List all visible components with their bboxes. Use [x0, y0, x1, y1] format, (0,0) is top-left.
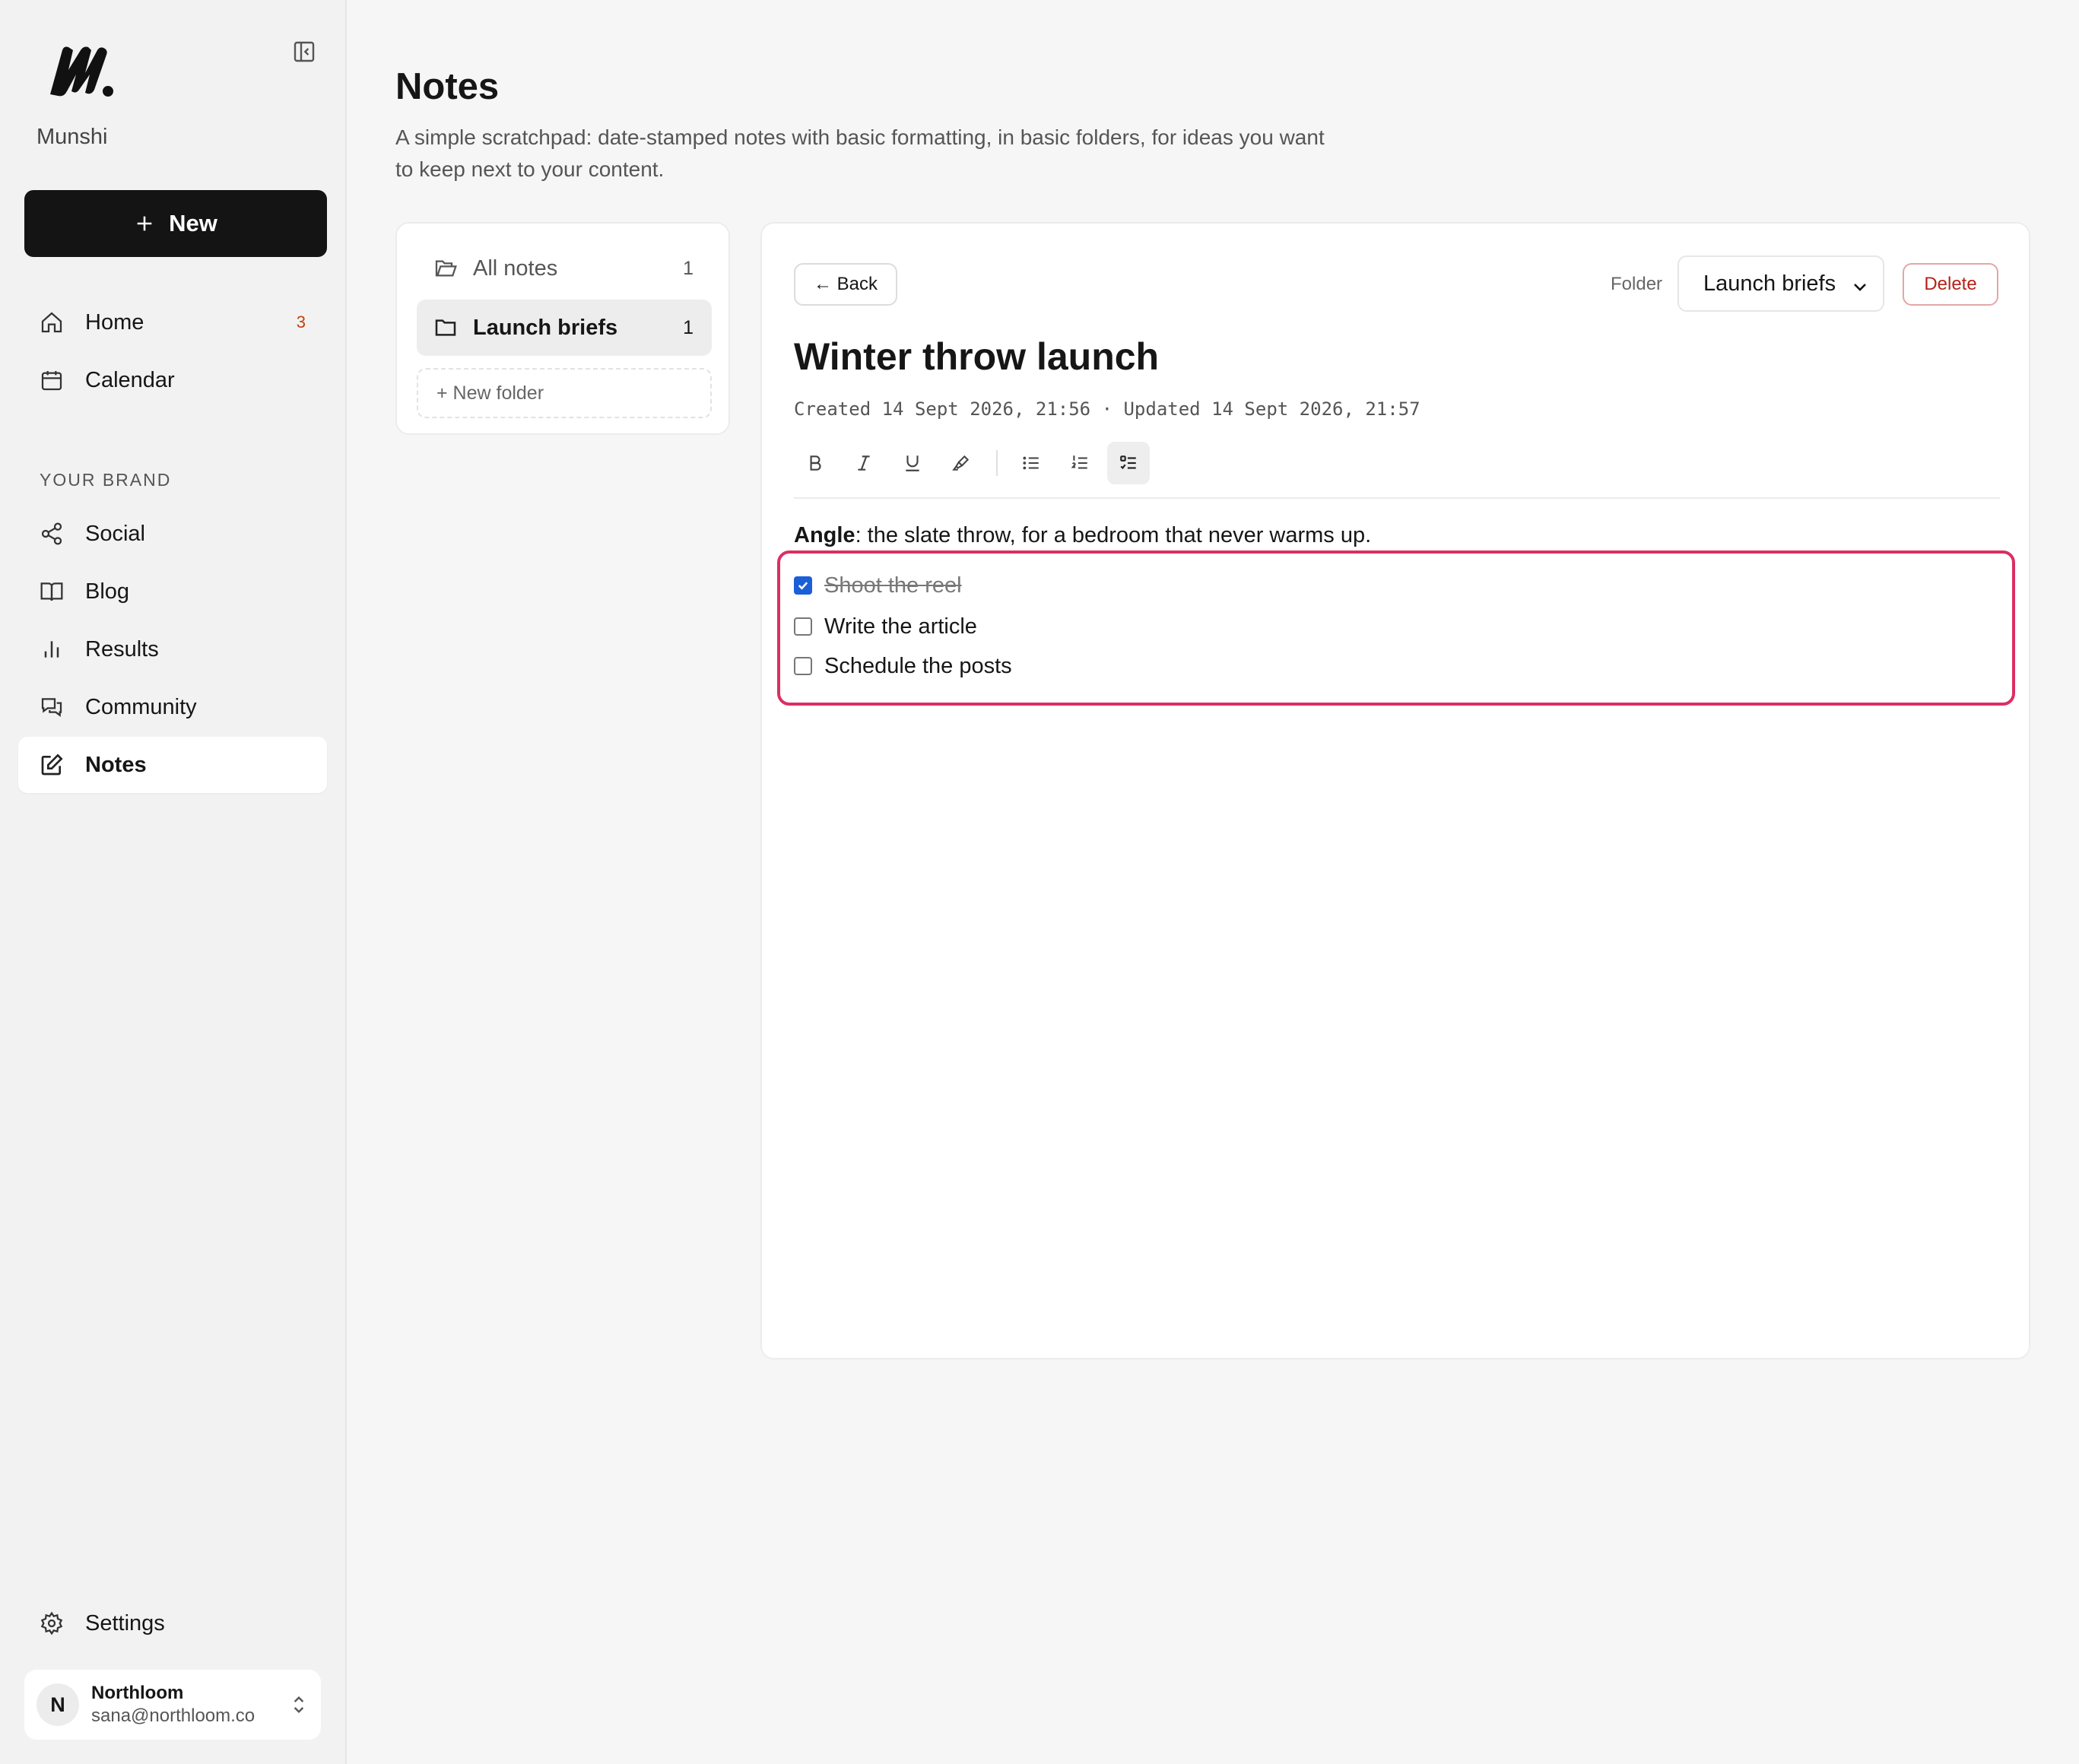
italic-icon[interactable]	[843, 442, 885, 484]
folder-open-icon	[433, 255, 459, 281]
checklist-item-text: Write the article	[824, 614, 977, 639]
checkbox[interactable]	[794, 657, 812, 675]
nav-label: Community	[85, 694, 197, 719]
folder-launch-briefs[interactable]: Launch briefs 1	[417, 300, 712, 356]
note-timestamps: Created 14 Sept 2026, 21:56 · Updated 14…	[794, 398, 1420, 420]
calendar-icon	[38, 366, 65, 394]
notification-badge: 3	[296, 313, 306, 332]
folder-select[interactable]: Launch briefs	[1677, 255, 1884, 312]
angle-text: : the slate throw, for a bedroom that ne…	[855, 523, 1372, 547]
munshi-logo[interactable]	[47, 44, 116, 101]
checklist-item[interactable]: Write the article	[794, 611, 977, 642]
bar-chart-icon	[38, 636, 65, 663]
note-editor: ← Back Folder Launch briefs Delete Winte…	[760, 222, 2030, 1359]
nav-item-community[interactable]: Community	[18, 679, 327, 735]
highlight-icon[interactable]	[940, 442, 982, 484]
checklist-item[interactable]: Schedule the posts	[794, 651, 1012, 681]
formatting-toolbar	[794, 441, 1156, 485]
folder-label: All notes	[473, 255, 558, 281]
nav-label: Settings	[85, 1610, 165, 1636]
chevron-down-icon	[1851, 277, 1869, 302]
book-icon	[38, 578, 65, 605]
nav-item-calendar[interactable]: Calendar	[18, 352, 327, 408]
angle-label: Angle	[794, 523, 855, 547]
nav-label: Social	[85, 521, 145, 546]
nav-item-home[interactable]: Home 3	[18, 294, 327, 351]
nav-item-results[interactable]: Results	[18, 621, 327, 677]
nav-label: Blog	[85, 579, 130, 604]
sidebar: Munshi New Home 3 Calendar YOUR BRAND So…	[0, 0, 347, 1764]
checkbox-checked[interactable]	[794, 576, 812, 595]
plus-icon	[137, 216, 152, 231]
account-name: Northloom	[91, 1683, 184, 1703]
note-body-paragraph[interactable]: Angle: the slate throw, for a bedroom th…	[794, 523, 1371, 548]
new-button[interactable]: New	[24, 190, 327, 257]
toolbar-divider	[996, 450, 998, 476]
checklist-icon[interactable]	[1107, 442, 1150, 484]
chevron-up-down-icon	[290, 1693, 307, 1721]
new-folder-button[interactable]: + New folder	[417, 368, 712, 418]
account-email: sana@northloom.co	[91, 1705, 256, 1726]
checklist-item[interactable]: Shoot the reel	[794, 570, 962, 601]
nav-label: Home	[85, 309, 144, 335]
underline-icon[interactable]	[891, 442, 934, 484]
folder-select-value: Launch briefs	[1703, 271, 1836, 296]
nav-item-settings[interactable]: Settings	[18, 1595, 327, 1651]
toolbar-divider	[794, 497, 2000, 499]
edit-note-icon	[38, 751, 65, 779]
nav-label: Calendar	[85, 367, 175, 392]
nav-item-blog[interactable]: Blog	[18, 563, 327, 620]
checklist-item-text: Shoot the reel	[824, 573, 962, 598]
nav-item-social[interactable]: Social	[18, 506, 327, 562]
nav-item-notes[interactable]: Notes	[18, 737, 327, 793]
bold-icon[interactable]	[794, 442, 836, 484]
folder-all-notes[interactable]: All notes 1	[417, 240, 712, 297]
note-title[interactable]: Winter throw launch	[794, 335, 1159, 379]
gear-icon	[38, 1610, 65, 1637]
folder-count: 1	[683, 316, 694, 338]
folder-select-label: Folder	[1611, 274, 1663, 294]
page-title: Notes	[395, 66, 500, 107]
nav-label: Results	[85, 636, 159, 662]
checklist-item-text: Schedule the posts	[824, 653, 1012, 678]
back-button[interactable]: ← Back	[794, 263, 897, 306]
numbered-list-icon[interactable]	[1059, 442, 1101, 484]
folder-count: 1	[683, 257, 694, 279]
chat-bubbles-icon	[38, 693, 65, 721]
folder-label: Launch briefs	[473, 315, 618, 340]
nav-label: Notes	[85, 752, 147, 777]
share-icon	[38, 520, 65, 547]
section-label: YOUR BRAND	[40, 470, 172, 490]
brand-name: Munshi	[37, 125, 108, 149]
home-icon	[38, 309, 65, 336]
delete-button[interactable]: Delete	[1903, 263, 1998, 306]
new-button-label: New	[169, 210, 217, 236]
checkbox[interactable]	[794, 617, 812, 636]
bullet-list-icon[interactable]	[1010, 442, 1052, 484]
folder-icon	[433, 315, 459, 341]
folders-panel: All notes 1 Launch briefs 1 + New folder	[395, 222, 730, 435]
account-switcher[interactable]: N Northloom sana@northloom.co	[24, 1670, 321, 1740]
collapse-sidebar-icon[interactable]	[292, 40, 319, 67]
page-description: A simple scratchpad: date-stamped notes …	[395, 125, 1325, 181]
avatar: N	[37, 1683, 79, 1726]
